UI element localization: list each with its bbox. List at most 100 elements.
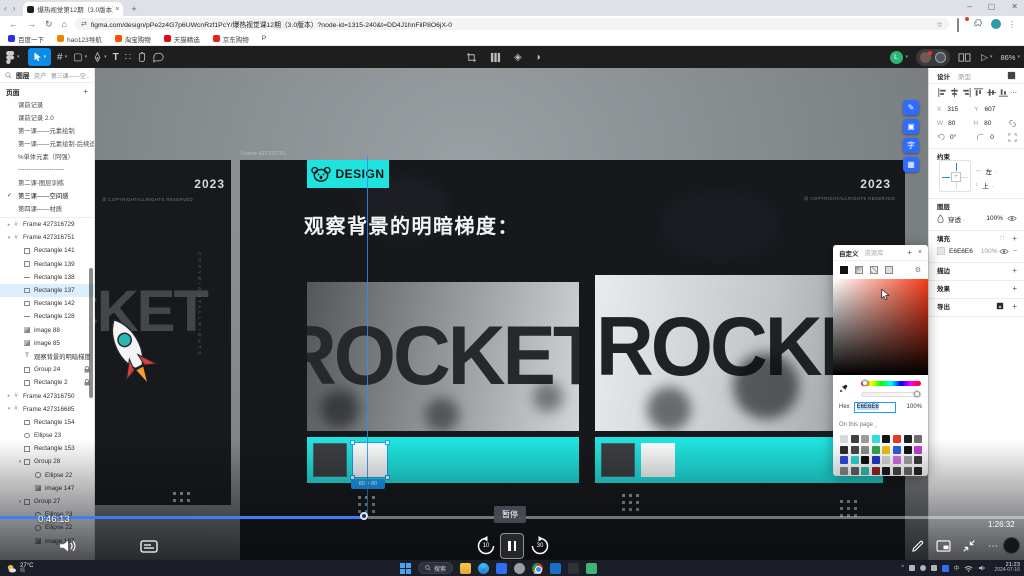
present-button[interactable]: ▷ <box>981 52 988 63</box>
download-extension-icon[interactable] <box>957 19 967 29</box>
picker-close-icon[interactable]: × <box>918 249 922 256</box>
remove-fill-button[interactable]: − <box>1013 248 1017 255</box>
text-tool-button[interactable]: T <box>113 52 119 63</box>
layer-row[interactable]: Rectangle 153 <box>0 442 94 455</box>
layer-row[interactable]: Ellipse 22 <box>0 521 94 534</box>
color-swatch[interactable] <box>851 435 859 443</box>
distribute-more-icon[interactable]: ⋯ <box>1010 89 1017 97</box>
add-export-button[interactable]: + <box>1012 302 1017 311</box>
taskbar-app-vscode[interactable] <box>550 563 561 574</box>
bookmark-item[interactable]: 天猫精选 <box>164 34 200 44</box>
crop-view-icon[interactable] <box>466 52 477 63</box>
color-swatch[interactable] <box>861 456 869 464</box>
opacity-value[interactable]: 100% <box>907 404 922 410</box>
bookmark-item[interactable]: hao123导航 <box>57 34 102 44</box>
color-swatch[interactable] <box>904 446 912 454</box>
url-bar[interactable]: ⇄ figma.com/design/pPe2z4G7p6UWcnRzf1PcY… <box>75 18 949 30</box>
browser-tab[interactable]: 爆热视觉第12期（3.0版本） - × <box>23 2 123 16</box>
fill-type-video-icon[interactable] <box>885 266 893 274</box>
color-swatch[interactable] <box>861 446 869 454</box>
align-h-center-icon[interactable] <box>949 87 960 98</box>
layer-row[interactable]: Ellipse 23 <box>0 429 94 442</box>
color-swatch[interactable] <box>904 435 912 443</box>
move-tool-button[interactable]: ▾ <box>28 48 52 66</box>
v-constraint-value[interactable]: 上 <box>982 180 989 190</box>
canvas[interactable]: 2023 @ COPYRIGHTALLRIGHTS RESERVED CKET … <box>95 68 928 576</box>
zoom-control[interactable]: 86% ▾ <box>1000 53 1020 62</box>
y-value[interactable]: 607 <box>985 106 996 113</box>
page-item[interactable]: 第四课——材质 <box>0 202 94 215</box>
home-button[interactable]: ⌂ <box>62 19 67 29</box>
layer-row[interactable]: image 147 <box>0 482 94 495</box>
h-constraint-value[interactable]: 左 <box>986 166 993 176</box>
color-swatch[interactable] <box>893 456 901 464</box>
color-swatch[interactable] <box>851 456 859 464</box>
picker-add-button[interactable]: + <box>907 248 912 257</box>
color-swatch[interactable] <box>882 467 890 475</box>
reload-button[interactable]: ↻ <box>45 19 53 30</box>
annotate-pen-button[interactable]: ✎ <box>903 100 919 115</box>
picker-tab-custom[interactable]: 自定义 <box>839 248 859 258</box>
color-swatch[interactable] <box>914 456 922 464</box>
tab-scroll-right-icon[interactable]: › <box>13 4 16 13</box>
component-panel-icon[interactable] <box>1006 70 1017 81</box>
fill-styles-icon[interactable]: ∷ <box>1000 234 1004 242</box>
independent-corners-icon[interactable] <box>1008 133 1017 142</box>
tab-prototype[interactable]: 原型 <box>958 71 971 81</box>
align-top-icon[interactable] <box>973 87 984 98</box>
eyedropper-icon[interactable] <box>839 384 848 393</box>
constrain-proportions-icon[interactable] <box>1008 119 1017 128</box>
component-icon[interactable]: ◈ <box>514 52 522 63</box>
add-fill-button[interactable]: + <box>1012 234 1017 243</box>
export-preview-icon[interactable] <box>996 302 1004 310</box>
tray-icon[interactable] <box>920 565 926 571</box>
dark-swatch[interactable] <box>313 443 347 477</box>
color-swatch[interactable] <box>904 456 912 464</box>
page-switcher[interactable]: 第三课——空… <box>51 71 89 80</box>
color-swatch[interactable] <box>882 435 890 443</box>
taskbar-search[interactable]: 搜索 <box>418 562 453 574</box>
color-swatch[interactable] <box>872 456 880 464</box>
color-swatch[interactable] <box>914 446 922 454</box>
color-swatch[interactable] <box>882 446 890 454</box>
bookmark-item[interactable]: P <box>262 35 266 42</box>
add-effect-button[interactable]: + <box>1012 284 1017 293</box>
color-swatch[interactable] <box>840 456 848 464</box>
tab-assets[interactable]: 资产 <box>34 70 47 80</box>
window-close-button[interactable]: ✕ <box>1011 2 1018 11</box>
layer-row[interactable]: Rectangle 141 <box>0 244 94 257</box>
bookmark-item[interactable]: 淘宝购物 <box>115 34 151 44</box>
taskbar-app-edge[interactable] <box>478 563 489 574</box>
hex-label[interactable]: Hex <box>839 404 850 410</box>
color-swatch[interactable] <box>840 467 848 475</box>
fill-color-chip[interactable] <box>937 247 945 255</box>
mask-contrast-icon[interactable]: ◑ <box>535 52 541 63</box>
white-swatch[interactable] <box>641 443 675 477</box>
layer-row[interactable]: Rectangle 138 <box>0 271 94 284</box>
weather-widget[interactable]: 27°C 晴 <box>6 563 33 574</box>
browser-profile-avatar[interactable] <box>991 19 1001 29</box>
color-swatch[interactable] <box>914 467 922 475</box>
slide-heading[interactable]: 观察背景的明暗梯度： <box>304 210 519 239</box>
color-swatch[interactable] <box>893 446 901 454</box>
image-tool-button[interactable]: ▦ <box>903 157 919 172</box>
blend-mode-value[interactable]: 穿透 <box>948 214 961 224</box>
tab-close-icon[interactable]: × <box>115 6 119 13</box>
layer-row[interactable]: ▾#Frame 427316751 <box>0 231 94 244</box>
taskbar-app-terminal[interactable] <box>568 563 579 574</box>
layer-opacity-value[interactable]: 100% <box>986 215 1003 222</box>
add-stroke-button[interactable]: + <box>1012 266 1017 275</box>
color-swatch[interactable] <box>914 435 922 443</box>
picker-settings-icon[interactable]: ⚙ <box>915 266 921 274</box>
present-dropdown-icon[interactable]: ▾ <box>990 54 993 60</box>
tray-icon[interactable] <box>931 565 937 571</box>
collaborator-avatar[interactable] <box>935 52 946 63</box>
rotation-value[interactable]: 0° <box>950 134 956 141</box>
layer-row[interactable]: Rectangle 128 <box>0 310 94 323</box>
wifi-icon[interactable] <box>964 565 973 572</box>
search-icon[interactable] <box>5 72 12 79</box>
layer-row[interactable]: image 88 <box>0 324 94 337</box>
page-item[interactable]: 课前记录 2.0 <box>0 111 94 124</box>
color-picker-panel[interactable]: 自定义 资源库 + × ⚙ Hex E6E6E6 100% On this pa… <box>833 245 928 476</box>
tray-icon[interactable] <box>909 565 915 571</box>
